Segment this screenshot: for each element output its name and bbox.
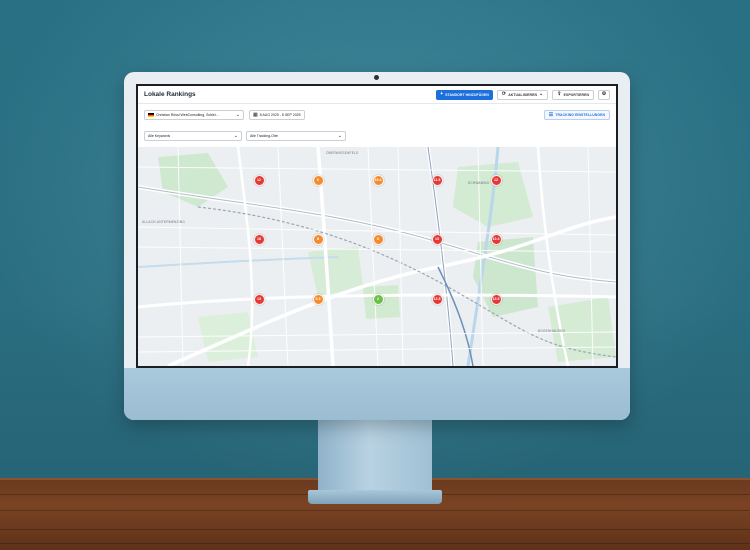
keywords-select[interactable]: Alle Keywords ⌄ <box>144 131 242 141</box>
monitor-foot <box>308 490 442 504</box>
chevron-down-icon: ⌄ <box>539 91 544 97</box>
monitor: Lokale Rankings + STANDORT HINZUFÜGEN ⟳ … <box>124 72 630 420</box>
filter-row-top: Christian Rössl WebConsulting, Schlei...… <box>138 105 616 125</box>
ranking-pin[interactable]: 18 <box>253 233 265 245</box>
ranking-pin[interactable]: 6 <box>372 233 384 245</box>
ranking-pin[interactable]: 6 <box>312 174 324 186</box>
district-label: SCHWABING <box>468 181 490 185</box>
monitor-chin <box>124 368 630 420</box>
ranking-pin[interactable]: 10.4 <box>490 233 502 245</box>
ranking-pin[interactable]: 12 <box>253 174 265 186</box>
plus-icon: + <box>440 91 444 97</box>
ranking-pin[interactable]: 2 <box>372 293 384 305</box>
ranking-pin[interactable]: 9.3 <box>312 293 324 305</box>
district-label: OBERWIESENFELD <box>326 151 359 155</box>
ranking-pin[interactable]: 12.5 <box>431 293 443 305</box>
calendar-icon: ▦ <box>253 111 258 118</box>
monitor-stand <box>318 415 432 497</box>
germany-flag-icon <box>148 113 154 117</box>
chevron-down-icon: ⌄ <box>233 132 238 139</box>
filter-row-bottom: Alle Keywords ⌄ Alle Tracking-Orte ⌄ <box>138 125 616 147</box>
local-rankings-app: Lokale Rankings + STANDORT HINZUFÜGEN ⟳ … <box>138 86 616 366</box>
chevron-down-icon: ⌄ <box>235 111 240 118</box>
tracking-settings-button[interactable]: ☰ TRACKING EINSTELLUNGEN <box>543 110 610 120</box>
district-label: ALLACH-UNTERMENZING <box>142 220 185 224</box>
sliders-icon: ☰ <box>548 111 554 118</box>
export-icon: ⇪ <box>557 91 562 97</box>
tracking-locations-select[interactable]: Alle Tracking-Orte ⌄ <box>246 131 346 141</box>
rankings-map[interactable]: OBERWIESENFELD ALLACH-UNTERMENZING BOGEN… <box>138 147 616 366</box>
ranking-pin[interactable]: 11.5 <box>431 174 443 186</box>
screen: Lokale Rankings + STANDORT HINZUFÜGEN ⟳ … <box>136 84 618 368</box>
ranking-pin[interactable]: 8 <box>312 233 324 245</box>
camera-icon <box>374 75 379 80</box>
export-button[interactable]: ⇪ EXPORTIEREN <box>552 89 594 100</box>
gear-icon: ⚙ <box>601 91 607 97</box>
date-range-select[interactable]: ▦ 8 AUG 2025 - 8 SEP 2025 <box>249 110 305 120</box>
chevron-down-icon: ⌄ <box>337 132 342 139</box>
ranking-pin[interactable]: 12 <box>490 174 502 186</box>
refresh-icon: ⟳ <box>501 91 507 97</box>
refresh-button[interactable]: ⟳ AKTUALISIEREN ⌄ <box>496 89 549 100</box>
ranking-pin[interactable]: 10.4 <box>372 174 384 186</box>
district-label: BOGENHAUSEN <box>538 329 565 333</box>
app-header: Lokale Rankings + STANDORT HINZUFÜGEN ⟳ … <box>138 86 616 104</box>
ranking-pin[interactable]: 13 <box>431 233 443 245</box>
page-title: Lokale Rankings <box>144 91 196 98</box>
add-location-button[interactable]: + STANDORT HINZUFÜGEN <box>436 89 493 100</box>
settings-button[interactable]: ⚙ <box>598 89 610 100</box>
ranking-pin[interactable]: 13.5 <box>490 293 502 305</box>
ranking-pin[interactable]: 13 <box>253 293 265 305</box>
business-select[interactable]: Christian Rössl WebConsulting, Schlei...… <box>144 110 244 120</box>
